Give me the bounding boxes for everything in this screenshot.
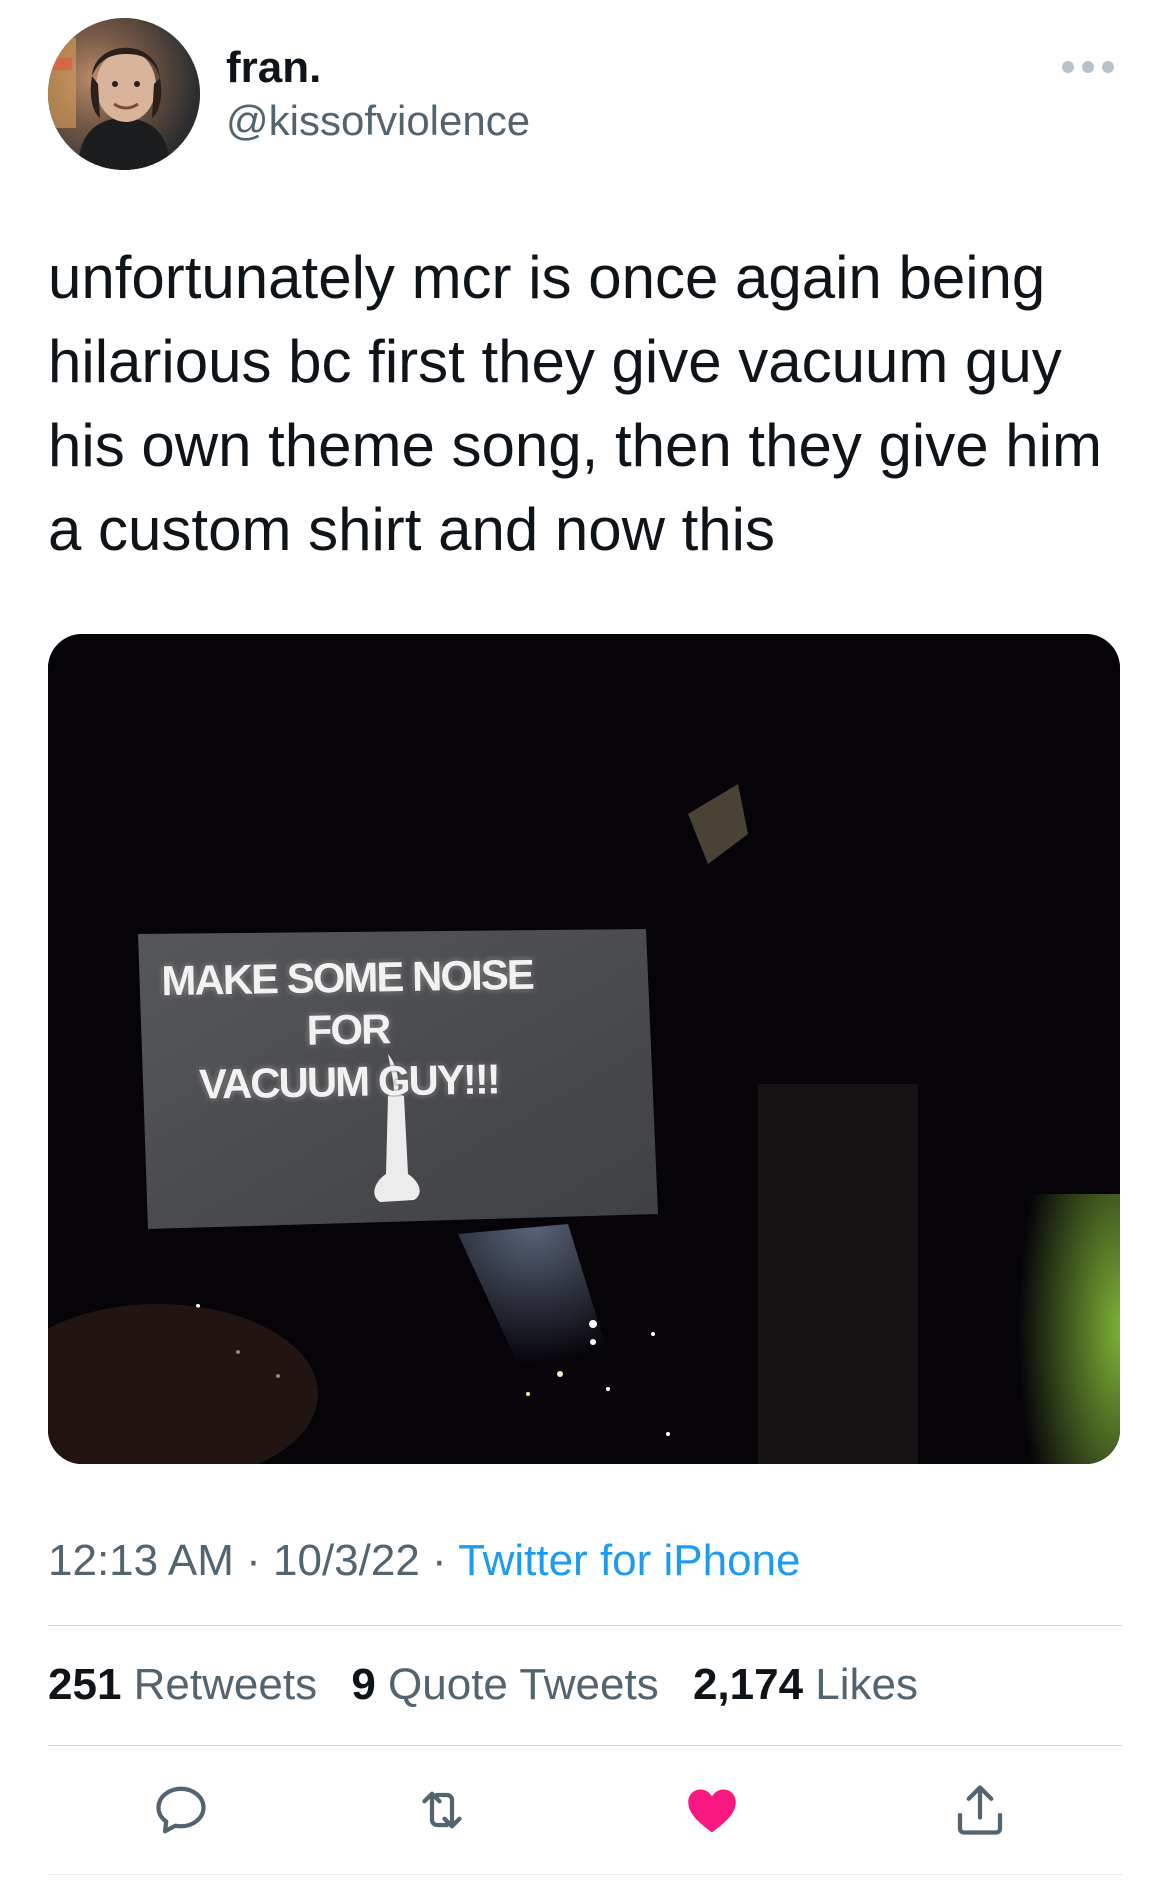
reply-icon: [156, 1786, 206, 1834]
tweet-detail: fran. @kissofviolence unfortunately mcr …: [0, 0, 1170, 1902]
reply-button[interactable]: [149, 1778, 213, 1842]
tweet-text: unfortunately mcr is once again being hi…: [48, 244, 1102, 563]
like-button[interactable]: [680, 1778, 744, 1842]
retweets-label: Retweets: [133, 1660, 318, 1709]
divider: [48, 1625, 1122, 1626]
meta-separator: ·: [233, 1536, 274, 1585]
more-icon: [1062, 61, 1114, 73]
likes-label: Likes: [815, 1660, 919, 1709]
retweet-icon: [422, 1791, 462, 1829]
meta-separator: ·: [419, 1536, 459, 1585]
quote-tweets-stat[interactable]: 9 Quote Tweets: [351, 1660, 658, 1709]
likes-count: 2,174: [692, 1660, 804, 1709]
divider: [48, 1745, 1122, 1746]
likes-stat[interactable]: 2,174 Likes: [693, 1660, 918, 1709]
action-bar: [0, 1778, 1170, 1842]
avatar[interactable]: [48, 18, 200, 170]
tweet-source-link[interactable]: Twitter for iPhone: [458, 1536, 800, 1585]
quote-tweets-label: Quote Tweets: [388, 1660, 659, 1709]
share-icon: [957, 1785, 1003, 1835]
retweet-button[interactable]: [410, 1778, 474, 1842]
author-handle[interactable]: @kissofviolence: [226, 97, 530, 144]
tweet-time: 12:13 AM: [48, 1536, 234, 1585]
author-display-name[interactable]: fran.: [226, 43, 321, 92]
heart-icon: [688, 1789, 736, 1833]
retweets-count: 251: [48, 1660, 122, 1709]
sign-caption: MAKE SOME NOISE FOR VACUUM GUY!!!: [147, 949, 550, 1112]
retweets-stat[interactable]: 251 Retweets: [48, 1660, 317, 1709]
sign-line-1: MAKE SOME NOISE FOR: [160, 950, 534, 1054]
share-button[interactable]: [948, 1778, 1012, 1842]
sign-line-2: VACUUM GUY!!!: [198, 1055, 500, 1108]
more-options-button[interactable]: [1058, 52, 1118, 82]
tweet-media[interactable]: MAKE SOME NOISE FOR VACUUM GUY!!!: [48, 634, 1120, 1464]
tweet-date: 10/3/22: [273, 1536, 420, 1585]
avatar-image: [48, 18, 200, 170]
tweet-meta: 12:13 AM · 10/3/22 · Twitter for iPhone: [48, 1536, 801, 1586]
divider: [48, 1874, 1122, 1875]
tweet-stats: 251 Retweets 9 Quote Tweets 2,174 Likes: [48, 1660, 940, 1710]
quote-tweets-count: 9: [351, 1660, 376, 1709]
